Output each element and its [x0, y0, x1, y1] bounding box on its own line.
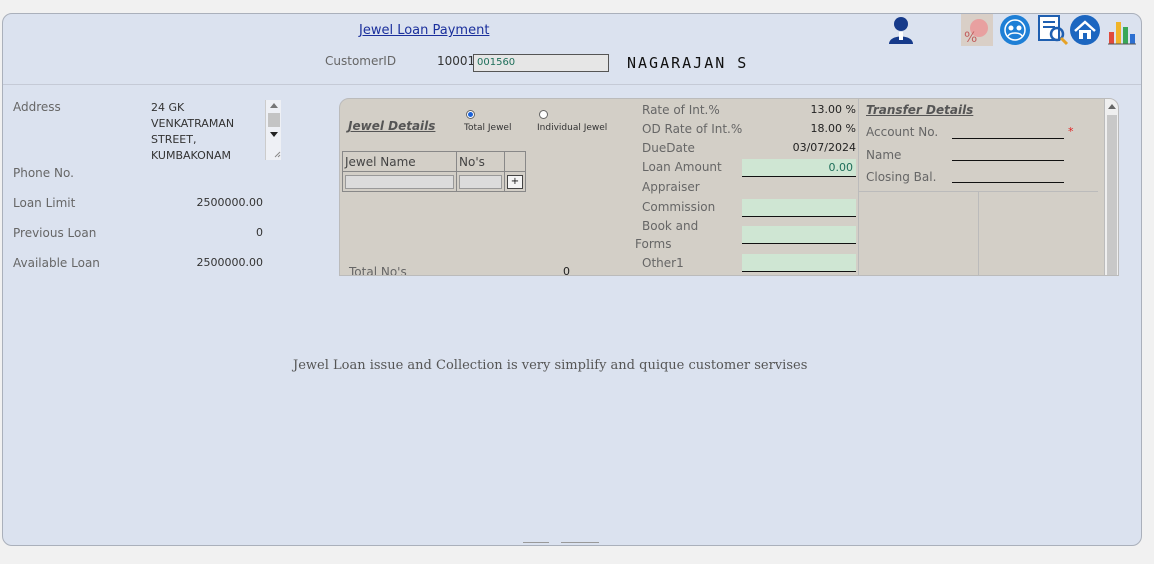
customer-id-input[interactable]: 001560 — [473, 54, 609, 72]
address-line: VENKATRAMAN — [151, 117, 235, 130]
address-line: 24 GK — [151, 101, 185, 114]
od-rate-value: 18.00 % — [810, 122, 856, 135]
address-scrollbar[interactable] — [265, 100, 281, 160]
due-date-label: DueDate — [642, 141, 695, 155]
other1-input[interactable] — [742, 254, 856, 272]
individual-jewel-radio[interactable] — [539, 110, 548, 119]
total-nos-value: 0 — [563, 265, 570, 276]
percent-icon[interactable]: % — [961, 14, 993, 46]
customer-id-prefix: 10001 — [437, 54, 476, 68]
search-report-icon[interactable] — [1037, 14, 1069, 46]
phone-label: Phone No. — [13, 166, 74, 180]
appraiser-label: Appraiser — [642, 180, 700, 194]
jewel-details-title: Jewel Details — [348, 119, 436, 133]
account-no-label: Account No. — [866, 125, 939, 139]
other1-label: Other1 — [642, 256, 684, 270]
customer-id-label: CustomerID — [325, 54, 397, 68]
book-forms-input[interactable] — [742, 226, 856, 244]
add-jewel-button[interactable]: + — [507, 174, 523, 189]
header-divider — [3, 84, 1141, 85]
loan-limit-value: 2500000.00 — [196, 196, 263, 209]
table-header-row: Jewel Name No's — [342, 151, 526, 172]
customer-name: NAGARAJAN S — [627, 54, 749, 72]
user-icon[interactable] — [887, 14, 915, 46]
address-label: Address — [13, 100, 61, 114]
commission-input[interactable] — [742, 199, 856, 217]
loan-amount-input[interactable]: 0.00 — [742, 159, 856, 177]
panel-scrollbar[interactable] — [1104, 99, 1118, 275]
name-input[interactable] — [952, 147, 1064, 161]
transfer-details-title: Transfer Details — [866, 103, 974, 117]
previous-loan-label: Previous Loan — [13, 226, 97, 240]
loan-limit-label: Loan Limit — [13, 196, 76, 210]
book-forms-label: Book and — [642, 219, 699, 233]
bar-chart-icon[interactable] — [1107, 14, 1137, 46]
home-icon[interactable] — [1069, 14, 1101, 46]
due-date-value: 03/07/2024 — [792, 141, 856, 154]
available-loan-label: Available Loan — [13, 256, 100, 270]
main-window: Jewel Loan Payment CustomerID 10001 0015… — [2, 13, 1142, 546]
scrollbar-thumb[interactable] — [1107, 115, 1117, 275]
col-nos: No's — [456, 151, 505, 172]
rate-value: 13.00 % — [810, 103, 856, 116]
account-no-input[interactable] — [952, 125, 1064, 139]
required-mark: * — [1068, 125, 1074, 138]
tagline: Jewel Loan issue and Collection is very … — [293, 358, 808, 373]
total-jewel-radio[interactable] — [466, 110, 475, 119]
jewel-name-input[interactable] — [342, 171, 457, 192]
scroll-down-icon — [270, 132, 278, 137]
rate-label: Rate of Int.% — [642, 103, 720, 117]
col-jewel-name: Jewel Name — [342, 151, 457, 172]
address-line: KUMBAKONAM — [151, 149, 232, 162]
individual-jewel-label: Individual Jewel — [537, 123, 608, 133]
available-loan-value: 2500000.00 — [196, 256, 263, 269]
previous-loan-value: 0 — [256, 226, 263, 239]
closing-bal-label: Closing Bal. — [866, 170, 937, 184]
total-nos-label: Total No's — [349, 265, 407, 276]
scroll-up-icon — [270, 103, 278, 108]
svg-text:%: % — [964, 30, 977, 46]
book-forms-label-2: Forms — [635, 237, 672, 251]
od-rate-label: OD Rate of Int.% — [642, 122, 743, 136]
customer-support-icon[interactable] — [999, 14, 1031, 46]
jewel-nos-input[interactable] — [456, 171, 505, 192]
address-line: STREET, — [151, 133, 197, 146]
closing-bal-input[interactable] — [952, 169, 1064, 183]
name-label: Name — [866, 148, 902, 162]
total-jewel-label: Total Jewel — [464, 123, 512, 133]
jewel-table: Jewel Name No's + — [342, 151, 526, 192]
commission-label: Commission — [642, 200, 716, 214]
address-field[interactable]: 24 GK VENKATRAMAN STREET, KUMBAKONAM — [151, 100, 283, 162]
loan-details-panel: Jewel Details Total Jewel Individual Jew… — [339, 98, 1119, 276]
loan-amount-label: Loan Amount — [642, 160, 722, 174]
scroll-up-icon — [1108, 104, 1116, 109]
table-row: + — [342, 171, 526, 192]
page-title[interactable]: Jewel Loan Payment — [359, 23, 489, 38]
